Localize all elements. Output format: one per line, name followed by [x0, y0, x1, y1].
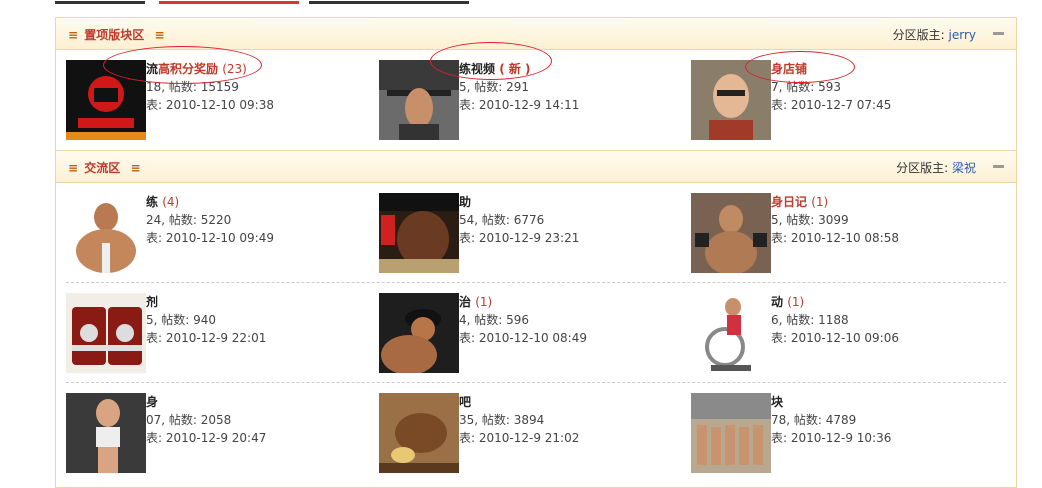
forum-stats: 54, 帖数: 6776 — [459, 213, 545, 227]
forum-item[interactable]: 流高积分奖励 (23) 18, 帖数: 15159 表: 2010-12-10 … — [66, 60, 366, 142]
forum-thumbnail[interactable] — [691, 193, 771, 273]
forum-name[interactable]: 流高积分奖励 (23) — [146, 60, 366, 78]
forum-stats: 07, 帖数: 2058 — [146, 413, 232, 427]
forum-item[interactable]: 助 54, 帖数: 6776 表: 2010-12-9 23:21 — [379, 193, 679, 275]
forum-grid-exchange: 练 (4) 24, 帖数: 5220 表: 2010-12-10 09:49 助… — [56, 183, 1016, 483]
forum-item[interactable]: 吧 35, 帖数: 3894 表: 2010-12-9 21:02 — [379, 393, 679, 475]
forum-name[interactable]: 剂 — [146, 293, 366, 311]
forum-name[interactable]: 助 — [459, 193, 679, 211]
forum-row: 流高积分奖励 (23) 18, 帖数: 15159 表: 2010-12-10 … — [56, 50, 1016, 150]
last-post[interactable]: 表: 2010-12-10 08:58 — [771, 229, 991, 247]
cut-off-header-strip — [55, 0, 555, 4]
forum-stats: 78, 帖数: 4789 — [771, 413, 857, 427]
forum-thumbnail[interactable] — [66, 293, 146, 373]
last-post[interactable]: 表: 2010-12-9 22:01 — [146, 329, 366, 347]
forum-name[interactable]: 动 (1) — [771, 293, 991, 311]
forum-name[interactable]: 身 — [146, 393, 366, 411]
forum-row: 练 (4) 24, 帖数: 5220 表: 2010-12-10 09:49 助… — [56, 183, 1016, 283]
forum-thumbnail[interactable] — [691, 393, 771, 473]
moderator-link[interactable]: jerry — [949, 28, 976, 42]
forum-name[interactable]: 吧 — [459, 393, 679, 411]
forum-thumbnail[interactable] — [66, 393, 146, 473]
last-post[interactable]: 表: 2010-12-10 09:06 — [771, 329, 991, 347]
forum-stats: 35, 帖数: 3894 — [459, 413, 545, 427]
last-post[interactable]: 表: 2010-12-9 21:02 — [459, 429, 679, 447]
forum-item[interactable]: 练视频 ( 新 ) 5, 帖数: 291 表: 2010-12-9 14:11 — [379, 60, 679, 142]
forum-item[interactable]: 身店铺 7, 帖数: 593 表: 2010-12-7 07:45 — [691, 60, 991, 142]
last-post[interactable]: 表: 2010-12-10 09:38 — [146, 96, 366, 114]
forum-name[interactable]: 块 — [771, 393, 991, 411]
forum-name[interactable]: 身店铺 — [771, 60, 991, 78]
forum-stats: 7, 帖数: 593 — [771, 80, 842, 94]
forum-thumbnail[interactable] — [66, 60, 146, 140]
forum-thumbnail[interactable] — [379, 393, 459, 473]
forum-stats: 18, 帖数: 15159 — [146, 80, 239, 94]
forum-stats: 5, 帖数: 3099 — [771, 213, 849, 227]
category-title[interactable]: ≡ 置项版块区 ≡ — [66, 26, 167, 43]
forum-name[interactable]: 身日记 (1) — [771, 193, 991, 211]
menu-icon: ≡ — [154, 28, 165, 42]
last-post[interactable]: 表: 2010-12-9 20:47 — [146, 429, 366, 447]
forum-item[interactable]: 身日记 (1) 5, 帖数: 3099 表: 2010-12-10 08:58 — [691, 193, 991, 275]
forum-name[interactable]: 治 (1) — [459, 293, 679, 311]
category-title[interactable]: ≡ 交流区 ≡ — [66, 159, 143, 176]
forum-row: 剂 5, 帖数: 940 表: 2010-12-9 22:01 治 (1) 4,… — [56, 283, 1016, 383]
forum-item[interactable]: 动 (1) 6, 帖数: 1188 表: 2010-12-10 09:06 — [691, 293, 991, 375]
forum-item[interactable]: 练 (4) 24, 帖数: 5220 表: 2010-12-10 09:49 — [66, 193, 366, 275]
forum-item[interactable]: 身 07, 帖数: 2058 表: 2010-12-9 20:47 — [66, 393, 366, 475]
menu-icon: ≡ — [68, 28, 79, 42]
category-header-pinned: ≡ 置项版块区 ≡ 分区版主: jerry — [56, 17, 1016, 50]
forum-thumbnail[interactable] — [379, 60, 459, 140]
last-post[interactable]: 表: 2010-12-9 10:36 — [771, 429, 991, 447]
forum-stats: 5, 帖数: 291 — [459, 80, 530, 94]
forum-thumbnail[interactable] — [379, 293, 459, 373]
forum-thumbnail[interactable] — [691, 293, 771, 373]
last-post[interactable]: 表: 2010-12-9 23:21 — [459, 229, 679, 247]
menu-icon: ≡ — [130, 161, 141, 175]
section-moderator: 分区版主: 梁祝 — [896, 161, 976, 175]
last-post[interactable]: 表: 2010-12-7 07:45 — [771, 96, 991, 114]
forum-item[interactable]: 剂 5, 帖数: 940 表: 2010-12-9 22:01 — [66, 293, 366, 375]
forum-stats: 5, 帖数: 940 — [146, 313, 217, 327]
forum-index: ≡ 置项版块区 ≡ 分区版主: jerry 流高积分奖励 (23) 18, 帖数… — [55, 17, 1017, 488]
forum-stats: 4, 帖数: 596 — [459, 313, 530, 327]
last-post[interactable]: 表: 2010-12-9 14:11 — [459, 96, 679, 114]
forum-thumbnail[interactable] — [66, 193, 146, 273]
forum-item[interactable]: 块 78, 帖数: 4789 表: 2010-12-9 10:36 — [691, 393, 991, 475]
collapse-icon[interactable] — [993, 32, 1004, 35]
moderator-link[interactable]: 梁祝 — [952, 161, 976, 175]
forum-grid-pinned: 流高积分奖励 (23) 18, 帖数: 15159 表: 2010-12-10 … — [56, 50, 1016, 150]
last-post[interactable]: 表: 2010-12-10 08:49 — [459, 329, 679, 347]
forum-name[interactable]: 练 (4) — [146, 193, 366, 211]
forum-stats: 24, 帖数: 5220 — [146, 213, 232, 227]
forum-thumbnail[interactable] — [691, 60, 771, 140]
section-moderator: 分区版主: jerry — [892, 28, 976, 42]
forum-row: 身 07, 帖数: 2058 表: 2010-12-9 20:47 吧 35, … — [56, 383, 1016, 483]
forum-item[interactable]: 治 (1) 4, 帖数: 596 表: 2010-12-10 08:49 — [379, 293, 679, 375]
menu-icon: ≡ — [68, 161, 79, 175]
category-header-exchange: ≡ 交流区 ≡ 分区版主: 梁祝 — [56, 150, 1016, 183]
forum-stats: 6, 帖数: 1188 — [771, 313, 849, 327]
collapse-icon[interactable] — [993, 165, 1004, 168]
forum-name[interactable]: 练视频 ( 新 ) — [459, 60, 679, 78]
last-post[interactable]: 表: 2010-12-10 09:49 — [146, 229, 366, 247]
forum-thumbnail[interactable] — [379, 193, 459, 273]
